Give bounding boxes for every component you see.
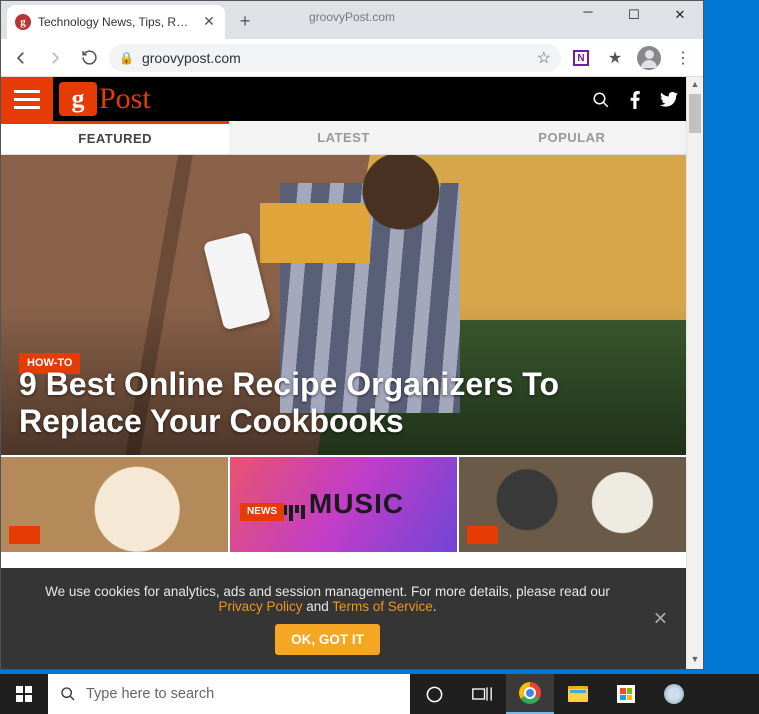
new-tab-button[interactable]: +	[231, 8, 259, 36]
content-tabs: FEATURED LATEST POPULAR	[1, 121, 686, 155]
terms-link[interactable]: Terms of Service	[332, 599, 433, 614]
facebook-icon[interactable]	[618, 89, 652, 110]
window-minimize-button[interactable]	[565, 1, 611, 31]
cookie-accept-button[interactable]: OK, GOT IT	[275, 624, 380, 655]
tab-title: Technology News, Tips, Reviews,	[38, 15, 194, 29]
card-category-badge	[467, 526, 498, 544]
scroll-down-arrow-icon[interactable]: ▼	[687, 652, 703, 669]
card-image-text: MUSIC	[283, 488, 404, 521]
tab-popular[interactable]: POPULAR	[458, 121, 686, 154]
scrollbar-track[interactable]	[687, 94, 703, 652]
cortana-button[interactable]	[410, 674, 458, 714]
chrome-icon	[519, 682, 541, 704]
tab-close-icon[interactable]: ✕	[201, 14, 217, 30]
microsoft-store-icon	[617, 685, 635, 703]
taskbar-search-box[interactable]: Type here to search	[48, 674, 410, 714]
profile-avatar-icon[interactable]	[635, 44, 663, 72]
hero-article[interactable]: HOW-TO 9 Best Online Recipe Organizers T…	[1, 155, 686, 455]
taskbar-store-button[interactable]	[602, 674, 650, 714]
lock-icon: 🔒	[119, 51, 134, 65]
search-icon	[60, 686, 76, 702]
article-card-3[interactable]	[459, 457, 686, 552]
privacy-policy-link[interactable]: Privacy Policy	[218, 599, 302, 614]
article-card-2[interactable]: MUSIC NEWS	[230, 457, 457, 552]
window-maximize-button[interactable]	[611, 1, 657, 31]
card-category-badge: NEWS	[240, 503, 284, 521]
viewport: g Post FEATURED LATEST POPULAR HOW-TO 9 …	[1, 77, 703, 669]
forward-button[interactable]	[41, 44, 69, 72]
windows-taskbar: Type here to search	[0, 674, 759, 714]
extensions-puzzle-icon[interactable]: ★	[601, 44, 629, 72]
reload-button[interactable]	[75, 44, 103, 72]
twitter-icon[interactable]	[652, 89, 686, 110]
window-controls	[565, 1, 703, 31]
hamburger-menu-button[interactable]	[1, 77, 53, 121]
hero-headline: 9 Best Online Recipe Organizers To Repla…	[19, 366, 668, 442]
taskbar-snip-button[interactable]	[650, 674, 698, 714]
start-button[interactable]	[0, 674, 48, 714]
cookie-period: .	[433, 599, 437, 614]
search-icon[interactable]	[584, 89, 618, 110]
tab-latest[interactable]: LATEST	[229, 121, 457, 154]
tab-hint: groovyPost.com	[309, 10, 395, 24]
address-bar: 🔒 groovypost.com ☆ N ★ ⋮	[1, 39, 703, 77]
cookie-banner: We use cookies for analytics, ads and se…	[1, 568, 686, 669]
article-card-1[interactable]	[1, 457, 228, 552]
snip-icon	[664, 684, 684, 704]
taskbar-explorer-button[interactable]	[554, 674, 602, 714]
taskbar-chrome-button[interactable]	[506, 674, 554, 714]
url-text: groovypost.com	[142, 50, 529, 66]
scrollbar-thumb[interactable]	[689, 94, 701, 133]
back-button[interactable]	[7, 44, 35, 72]
site-logo-text[interactable]: Post	[99, 82, 151, 116]
window-close-button[interactable]	[657, 1, 703, 31]
bookmark-star-icon[interactable]: ☆	[537, 48, 551, 68]
site-header: g Post	[1, 77, 686, 121]
omnibox[interactable]: 🔒 groovypost.com ☆	[109, 44, 561, 72]
search-placeholder: Type here to search	[86, 686, 214, 702]
windows-logo-icon	[16, 686, 32, 702]
vertical-scrollbar[interactable]: ▲ ▼	[686, 77, 703, 669]
cookie-and: and	[302, 599, 332, 614]
article-row: MUSIC NEWS	[1, 457, 686, 552]
file-explorer-icon	[568, 686, 588, 702]
site-logo-icon[interactable]: g	[59, 82, 97, 116]
tab-bar: g Technology News, Tips, Reviews, ✕ + gr…	[1, 1, 703, 39]
onenote-extension-icon[interactable]: N	[567, 44, 595, 72]
browser-tab[interactable]: g Technology News, Tips, Reviews, ✕	[7, 5, 225, 39]
cookie-text: We use cookies for analytics, ads and se…	[45, 584, 610, 599]
task-view-button[interactable]	[458, 674, 506, 714]
cookie-dismiss-icon[interactable]: ✕	[653, 608, 668, 629]
chrome-menu-button[interactable]: ⋮	[669, 44, 697, 72]
browser-window: g Technology News, Tips, Reviews, ✕ + gr…	[0, 0, 704, 670]
tab-featured[interactable]: FEATURED	[1, 121, 229, 154]
favicon: g	[15, 14, 31, 30]
card-category-badge	[9, 526, 40, 544]
scroll-up-arrow-icon[interactable]: ▲	[687, 77, 703, 94]
